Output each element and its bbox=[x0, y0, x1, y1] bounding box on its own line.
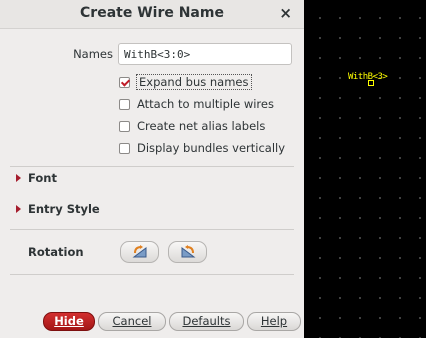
defaults-button-label: Defaults bbox=[182, 314, 231, 328]
checkbox-icon[interactable] bbox=[119, 98, 130, 110]
names-label: Names bbox=[73, 47, 113, 61]
help-button-label: Help bbox=[260, 314, 288, 328]
help-button[interactable]: Help bbox=[247, 312, 301, 331]
font-expander[interactable]: Font bbox=[16, 171, 57, 185]
display-bundles-vertically-checkbox[interactable]: Display bundles vertically bbox=[119, 140, 285, 156]
dialog-title: Create Wire Name bbox=[80, 5, 224, 21]
rotate-left-icon bbox=[132, 245, 146, 258]
close-icon[interactable]: × bbox=[279, 4, 292, 22]
defaults-button[interactable]: Defaults bbox=[169, 312, 244, 331]
names-input[interactable] bbox=[118, 43, 292, 65]
cancel-button-label: Cancel bbox=[112, 314, 152, 328]
entry-style-expander-label: Entry Style bbox=[28, 202, 100, 216]
rotate-right-icon bbox=[181, 245, 195, 258]
checkbox-label: Attach to multiple wires bbox=[137, 97, 274, 111]
checkbox-icon[interactable] bbox=[119, 120, 130, 132]
create-wire-name-dialog: Create Wire Name × Names Expand bus name… bbox=[0, 0, 304, 338]
expander-arrow-icon bbox=[16, 205, 21, 213]
checkbox-checked-icon[interactable] bbox=[119, 76, 130, 88]
separator bbox=[10, 166, 294, 167]
expander-arrow-icon bbox=[16, 174, 21, 182]
rotate-left-button[interactable] bbox=[120, 241, 159, 263]
expand-bus-names-checkbox[interactable]: Expand bus names bbox=[119, 74, 252, 90]
title-bar[interactable]: Create Wire Name × bbox=[0, 0, 304, 29]
schematic-canvas[interactable]: WithB<3> bbox=[304, 0, 426, 338]
cancel-button[interactable]: Cancel bbox=[98, 312, 166, 331]
rotate-right-button[interactable] bbox=[168, 241, 207, 263]
checkbox-label: Expand bus names bbox=[136, 74, 252, 90]
separator bbox=[10, 274, 294, 275]
rotation-label: Rotation bbox=[28, 245, 84, 259]
wire-label-anchor bbox=[368, 80, 374, 86]
separator bbox=[10, 229, 294, 230]
hide-button[interactable]: Hide bbox=[43, 312, 95, 331]
attach-multiple-wires-checkbox[interactable]: Attach to multiple wires bbox=[119, 96, 274, 112]
create-net-alias-checkbox[interactable]: Create net alias labels bbox=[119, 118, 265, 134]
checkbox-label: Display bundles vertically bbox=[137, 141, 286, 155]
hide-button-label: Hide bbox=[54, 314, 84, 328]
entry-style-expander[interactable]: Entry Style bbox=[16, 202, 100, 216]
checkbox-icon[interactable] bbox=[119, 142, 130, 154]
checkbox-label: Create net alias labels bbox=[137, 119, 266, 133]
font-expander-label: Font bbox=[28, 171, 57, 185]
